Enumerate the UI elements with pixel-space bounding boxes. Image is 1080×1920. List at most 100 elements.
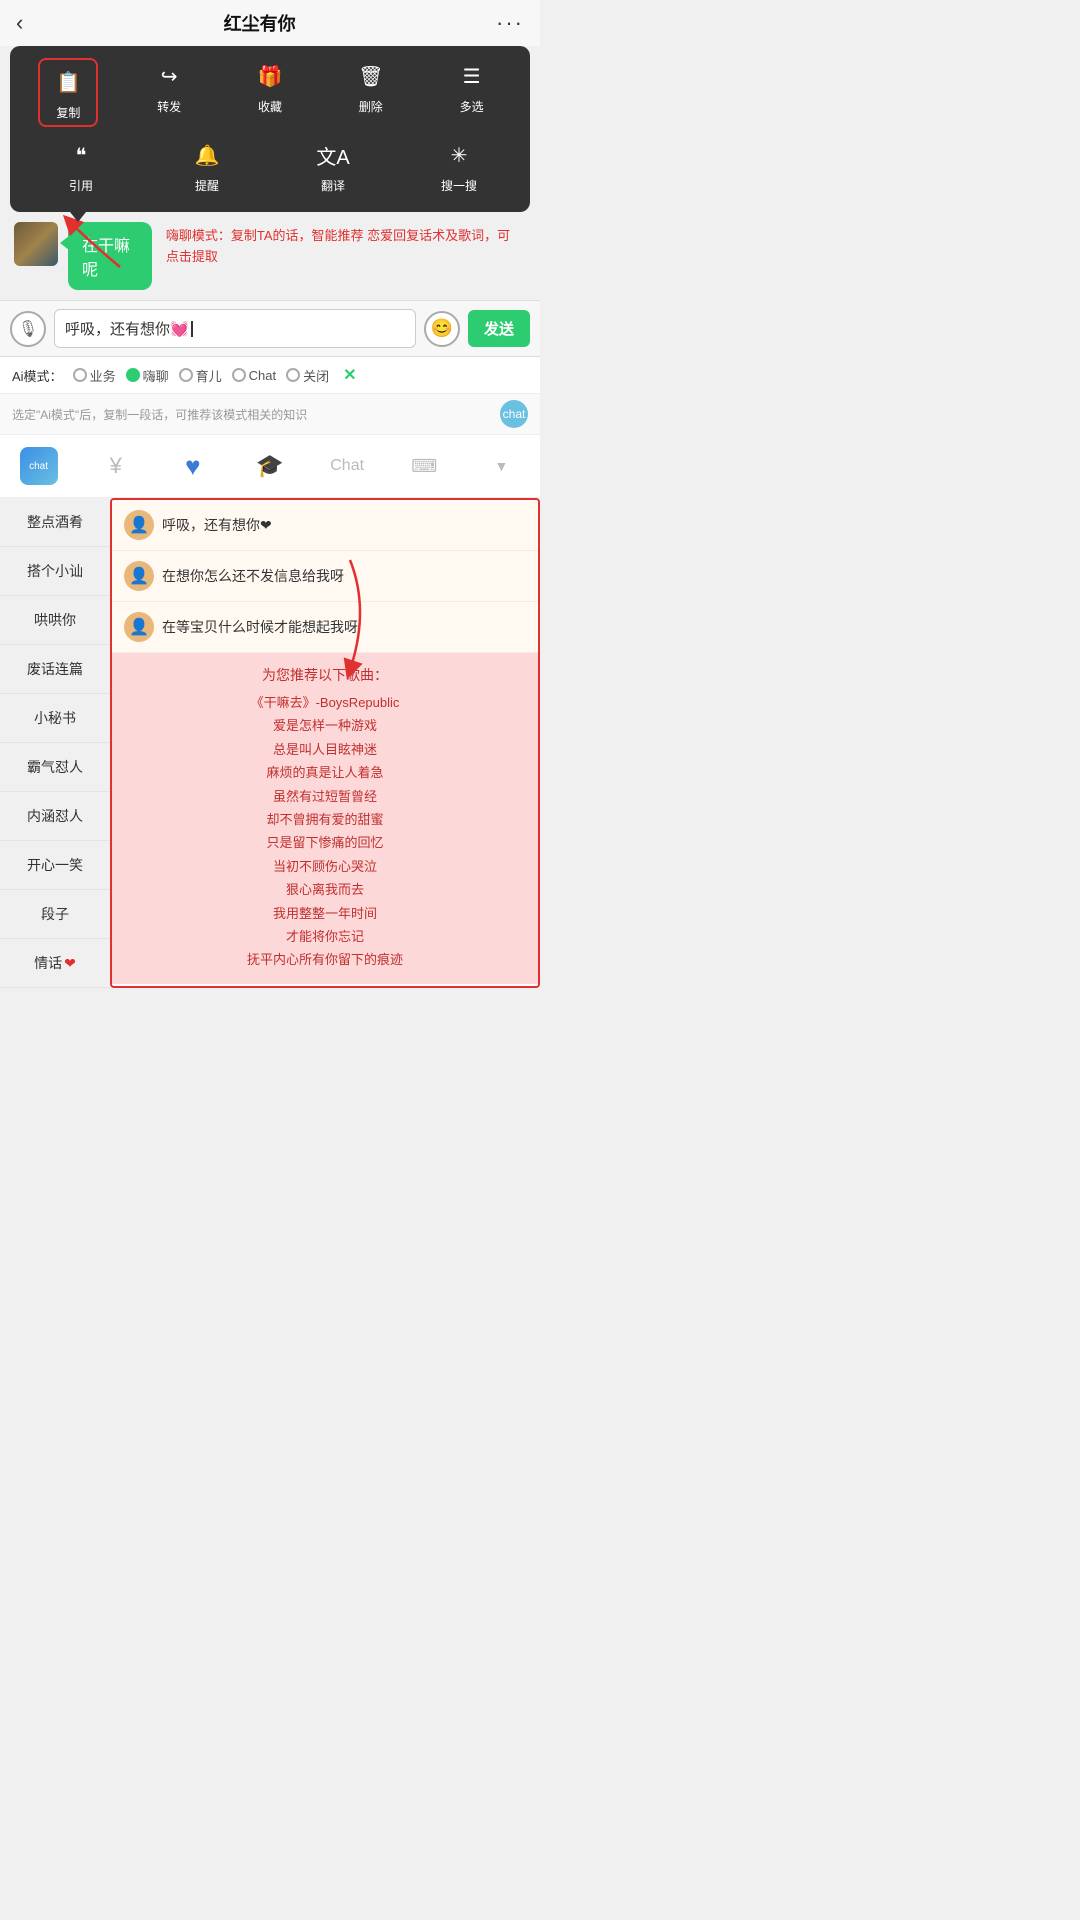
- qinghua-label: 情话: [34, 953, 62, 973]
- context-remind[interactable]: 🔔 提醒: [177, 137, 237, 194]
- message-input[interactable]: 呼吸，还有想你💓: [54, 309, 416, 348]
- dropdown-arrow-icon: ▼: [494, 458, 508, 474]
- sidebar-item-kaixin[interactable]: 开心一笑: [0, 841, 110, 890]
- copy-icon: 📋: [50, 64, 86, 100]
- context-collect[interactable]: 🎁 收藏: [240, 58, 300, 127]
- song-item-4: 虽然有过短暂曾经: [122, 785, 528, 808]
- back-button[interactable]: ‹: [16, 10, 23, 36]
- sidebar-item-sogeshan[interactable]: 搭个小讪: [0, 547, 110, 596]
- suggestion-text-3: 在等宝贝什么时候才能想起我呀: [162, 617, 358, 637]
- hint-text: 选定"Ai模式"后，复制一段话，可推荐该模式相关的知识: [12, 406, 307, 423]
- chat-small-icon[interactable]: chat: [500, 400, 528, 428]
- right-panel: 👤 呼吸，还有想你❤ 👤 在想你怎么还不发信息给我呀 👤 在等宝贝什么时候才能想…: [110, 498, 540, 988]
- multiselect-label: 多选: [460, 98, 484, 115]
- context-translate[interactable]: 文A 翻译: [303, 137, 363, 194]
- tab-heart[interactable]: ♥: [154, 443, 231, 490]
- cursor: [191, 321, 193, 337]
- sidebar-item-duanzi[interactable]: 段子: [0, 890, 110, 939]
- song-item-8: 狠心离我而去: [122, 878, 528, 901]
- collect-label: 收藏: [258, 98, 282, 115]
- tab-robot[interactable]: chat: [0, 439, 77, 493]
- send-button[interactable]: 发送: [468, 310, 530, 347]
- annotation-block: 嗨聊模式：复制TA的话，智能推荐 恋爱回复话术及歌词，可点击提取: [152, 222, 526, 272]
- quote-icon: ❝: [63, 137, 99, 173]
- delete-icon: 🗑: [353, 58, 389, 94]
- context-copy[interactable]: 📋 复制: [38, 58, 98, 127]
- keyboard-icon: ⌨: [411, 456, 437, 477]
- more-button[interactable]: ···: [496, 10, 524, 36]
- forward-icon: ↪: [151, 58, 187, 94]
- ai-mode-close[interactable]: 关闭: [286, 366, 329, 385]
- search-icon: ✳: [441, 137, 477, 173]
- avatar-icon-3: 👤: [129, 617, 149, 637]
- robot-icon: chat: [20, 447, 58, 485]
- avatar-icon-1: 👤: [129, 515, 149, 535]
- sidebar-item-neihan[interactable]: 内涵怼人: [0, 792, 110, 841]
- ai-mode-haichat[interactable]: 嗨聊: [126, 366, 169, 385]
- suggestion-2[interactable]: 👤 在想你怎么还不发信息给我呀: [112, 551, 538, 602]
- tab-keyboard[interactable]: ⌨: [386, 448, 463, 485]
- context-multiselect[interactable]: ☰ 多选: [442, 58, 502, 127]
- bubble-text: 在干嘛呢: [82, 238, 130, 279]
- suggestion-avatar-1: 👤: [124, 510, 154, 540]
- grad-icon: 🎓: [256, 453, 283, 479]
- input-bar: 🎙 呼吸，还有想你💓 😊 发送: [0, 300, 540, 357]
- close-ai-button[interactable]: ✕: [343, 365, 356, 385]
- radio-chat: [232, 368, 246, 382]
- suggestion-avatar-3: 👤: [124, 612, 154, 642]
- voice-icon: 🎙: [18, 319, 38, 339]
- multiselect-icon: ☰: [454, 58, 490, 94]
- heart-icon: ♥: [185, 451, 200, 482]
- copy-label: 复制: [56, 104, 80, 121]
- song-item-10: 才能将你忘记: [122, 925, 528, 948]
- avatar-icon-2: 👤: [129, 566, 149, 586]
- ai-mode-business[interactable]: 业务: [73, 366, 116, 385]
- top-bar: ‹ 红尘有你 ···: [0, 0, 540, 46]
- remind-icon: 🔔: [189, 137, 225, 173]
- radio-business: [73, 368, 87, 382]
- tab-arrow[interactable]: ▼: [463, 450, 540, 482]
- song-section-header: 为您推荐以下歌曲：: [122, 665, 528, 685]
- remind-label: 提醒: [195, 177, 219, 194]
- chat-icon-label: chat: [503, 407, 526, 421]
- tab-chat[interactable]: Chat: [309, 449, 386, 483]
- suggestion-avatar-2: 👤: [124, 561, 154, 591]
- song-item-1: 爱是怎样一种游戏: [122, 714, 528, 737]
- voice-button[interactable]: 🎙: [10, 311, 46, 347]
- song-item-0[interactable]: 《干嘛去》-BoysRepublic: [122, 691, 528, 714]
- suggestion-3[interactable]: 👤 在等宝贝什么时候才能想起我呀: [112, 602, 538, 653]
- sidebar-item-qinghua[interactable]: 情话 ❤: [0, 939, 110, 988]
- context-quote[interactable]: ❝ 引用: [51, 137, 111, 194]
- emoji-button[interactable]: 😊: [424, 311, 460, 347]
- radio-haichat: [126, 368, 140, 382]
- radio-close: [286, 368, 300, 382]
- ai-mode-chat[interactable]: Chat: [232, 368, 276, 383]
- ai-mode-close-label: 关闭: [303, 366, 329, 385]
- sidebar-item-xiaomishu[interactable]: 小秘书: [0, 694, 110, 743]
- context-delete[interactable]: 🗑 删除: [341, 58, 401, 127]
- tab-grad[interactable]: 🎓: [231, 445, 308, 487]
- song-item-7: 当初不顾伤心哭泣: [122, 855, 528, 878]
- context-menu-row-2: ❝ 引用 🔔 提醒 文A 翻译 ✳ 搜一搜: [18, 137, 522, 194]
- sidebar-item-zhengdian[interactable]: 整点酒肴: [0, 498, 110, 547]
- main-content: 整点酒肴 搭个小讪 哄哄你 废话连篇 小秘书 霸气怼人 内涵怼人 开心一笑 段子…: [0, 498, 540, 988]
- context-search[interactable]: ✳ 搜一搜: [429, 137, 489, 194]
- translate-label: 翻译: [321, 177, 345, 194]
- sidebar-item-houhou[interactable]: 哄哄你: [0, 596, 110, 645]
- tab-yen[interactable]: ¥: [77, 445, 154, 487]
- suggestion-text-2: 在想你怎么还不发信息给我呀: [162, 566, 344, 586]
- chat-bubble: 在干嘛呢: [68, 222, 152, 290]
- sidebar-item-feihualian[interactable]: 废话连篇: [0, 645, 110, 694]
- ai-mode-child[interactable]: 育儿: [179, 366, 222, 385]
- search-label: 搜一搜: [441, 177, 477, 194]
- sidebar-item-baqi[interactable]: 霸气怼人: [0, 743, 110, 792]
- tab-bar: chat ¥ ♥ 🎓 Chat ⌨ ▼: [0, 435, 540, 498]
- suggestion-1[interactable]: 👤 呼吸，还有想你❤: [112, 500, 538, 551]
- quote-label: 引用: [69, 177, 93, 194]
- ai-mode-haichat-label: 嗨聊: [143, 366, 169, 385]
- chat-area: 在干嘛呢 嗨聊模式：复制TA的话，智能推荐 恋爱回复话术及歌词，可点击提取: [0, 212, 540, 300]
- heart-decoration: ❤: [64, 955, 76, 972]
- annotation-text: 嗨聊模式：复制TA的话，智能推荐 恋爱回复话术及歌词，可点击提取: [166, 228, 510, 264]
- context-forward[interactable]: ↪ 转发: [139, 58, 199, 127]
- hint-bar: 选定"Ai模式"后，复制一段话，可推荐该模式相关的知识 chat: [0, 394, 540, 435]
